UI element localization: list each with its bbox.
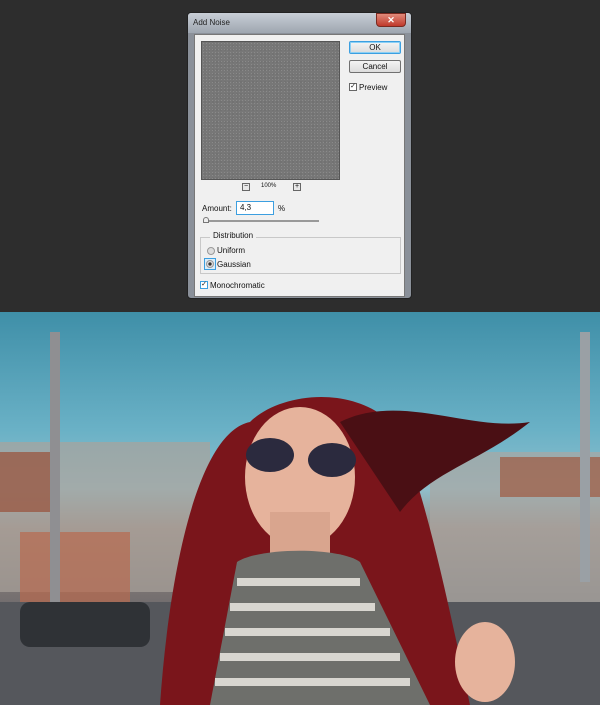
- distribution-label: Distribution: [210, 231, 257, 240]
- photo-woman-red-hair: [0, 312, 600, 705]
- gaussian-radio[interactable]: [206, 260, 214, 268]
- add-noise-dialog: Add Noise ✕ OK Cancel ✓ Preview − 100% +…: [187, 12, 412, 299]
- uniform-radio[interactable]: [207, 247, 215, 255]
- cancel-button[interactable]: Cancel: [349, 60, 401, 73]
- amount-unit: %: [278, 204, 286, 213]
- amount-label: Amount:: [202, 204, 232, 213]
- photo-illustration: [0, 332, 600, 705]
- ok-button[interactable]: OK: [349, 41, 401, 54]
- zoom-in-button[interactable]: +: [293, 183, 301, 191]
- amount-input[interactable]: 4,3: [236, 201, 274, 215]
- title-bar[interactable]: Add Noise ✕: [188, 13, 411, 33]
- zoom-level: 100%: [261, 183, 277, 189]
- gaussian-label: Gaussian: [217, 260, 251, 269]
- noise-preview[interactable]: [201, 41, 340, 180]
- dialog-body: OK Cancel ✓ Preview − 100% + Amount: 4,3…: [194, 34, 405, 297]
- amount-slider[interactable]: [203, 220, 319, 222]
- preview-checkbox[interactable]: ✓: [349, 83, 357, 91]
- preview-label: Preview: [359, 83, 388, 92]
- plus-icon: +: [294, 183, 300, 190]
- uniform-label: Uniform: [217, 246, 246, 255]
- zoom-out-button[interactable]: −: [242, 183, 250, 191]
- monochromatic-label: Monochromatic: [210, 281, 265, 290]
- dialog-title: Add Noise: [193, 18, 230, 27]
- close-button[interactable]: ✕: [376, 13, 406, 27]
- amount-slider-thumb[interactable]: [203, 217, 209, 223]
- monochromatic-checkbox[interactable]: ✓: [200, 281, 208, 289]
- close-icon: ✕: [387, 15, 395, 25]
- minus-icon: −: [243, 183, 249, 190]
